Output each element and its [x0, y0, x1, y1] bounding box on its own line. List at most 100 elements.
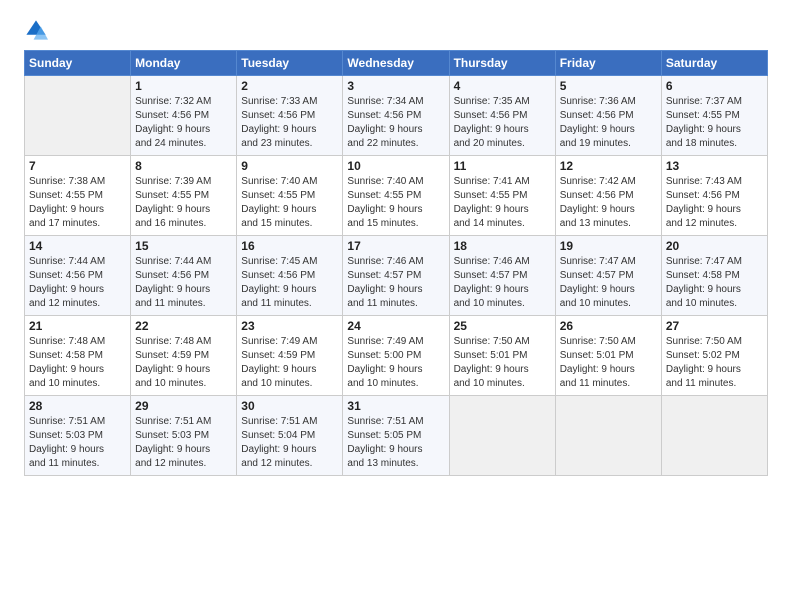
day-number: 14 — [29, 239, 126, 253]
weekday-header: Thursday — [449, 51, 555, 76]
calendar-cell: 27 Sunrise: 7:50 AM Sunset: 5:02 PM Dayli… — [661, 316, 767, 396]
day-info: Sunrise: 7:51 AM Sunset: 5:03 PM Dayligh… — [135, 415, 232, 471]
day-info: Sunrise: 7:33 AM Sunset: 4:56 PM Dayligh… — [241, 95, 338, 151]
day-info: Sunrise: 7:50 AM Sunset: 5:01 PM Dayligh… — [560, 335, 657, 391]
calendar-cell: 5 Sunrise: 7:36 AM Sunset: 4:56 PM Daylig… — [555, 76, 661, 156]
weekday-header: Wednesday — [343, 51, 449, 76]
day-info: Sunrise: 7:41 AM Sunset: 4:55 PM Dayligh… — [454, 175, 551, 231]
day-info: Sunrise: 7:37 AM Sunset: 4:55 PM Dayligh… — [666, 95, 763, 151]
calendar-cell: 28Sunrise: 7:51 AM Sunset: 5:03 PM Dayli… — [25, 396, 131, 476]
week-row: 21Sunrise: 7:48 AM Sunset: 4:58 PM Dayli… — [25, 316, 768, 396]
calendar-cell: 22 Sunrise: 7:48 AM Sunset: 4:59 PM Dayli… — [131, 316, 237, 396]
calendar-cell: 31 Sunrise: 7:51 AM Sunset: 5:05 PM Dayli… — [343, 396, 449, 476]
calendar-cell: 24 Sunrise: 7:49 AM Sunset: 5:00 PM Dayli… — [343, 316, 449, 396]
calendar-cell: 9Sunrise: 7:40 AM Sunset: 4:55 PM Daylig… — [237, 156, 343, 236]
day-info: Sunrise: 7:39 AM Sunset: 4:55 PM Dayligh… — [135, 175, 232, 231]
calendar-cell — [25, 76, 131, 156]
calendar-cell: 26 Sunrise: 7:50 AM Sunset: 5:01 PM Dayli… — [555, 316, 661, 396]
calendar-cell: 30 Sunrise: 7:51 AM Sunset: 5:04 PM Dayli… — [237, 396, 343, 476]
week-row: 14 Sunrise: 7:44 AM Sunset: 4:56 PM Dayli… — [25, 236, 768, 316]
day-number: 23 — [241, 319, 338, 333]
day-info: Sunrise: 7:51 AM Sunset: 5:04 PM Dayligh… — [241, 415, 338, 471]
calendar-cell: 23 Sunrise: 7:49 AM Sunset: 4:59 PM Dayli… — [237, 316, 343, 396]
day-number: 4 — [454, 79, 551, 93]
day-number: 11 — [454, 159, 551, 173]
calendar-cell: 11 Sunrise: 7:41 AM Sunset: 4:55 PM Dayli… — [449, 156, 555, 236]
day-info: Sunrise: 7:49 AM Sunset: 5:00 PM Dayligh… — [347, 335, 444, 391]
day-number: 6 — [666, 79, 763, 93]
weekday-header: Friday — [555, 51, 661, 76]
calendar-cell — [555, 396, 661, 476]
calendar-cell: 10 Sunrise: 7:40 AM Sunset: 4:55 PM Dayli… — [343, 156, 449, 236]
day-info: Sunrise: 7:44 AM Sunset: 4:56 PM Dayligh… — [135, 255, 232, 311]
day-number: 27 — [666, 319, 763, 333]
calendar-cell: 8 Sunrise: 7:39 AM Sunset: 4:55 PM Daylig… — [131, 156, 237, 236]
weekday-header: Sunday — [25, 51, 131, 76]
day-number: 8 — [135, 159, 232, 173]
day-number: 19 — [560, 239, 657, 253]
day-number: 22 — [135, 319, 232, 333]
calendar-cell: 14Sunrise: 7:44 AM Sunset: 4:56 PM Dayli… — [25, 236, 131, 316]
weekday-header: Tuesday — [237, 51, 343, 76]
day-info: Sunrise: 7:47 AM Sunset: 4:58 PM Dayligh… — [666, 255, 763, 311]
calendar-cell: 12 Sunrise: 7:42 AM Sunset: 4:56 PM Dayli… — [555, 156, 661, 236]
day-number: 24 — [347, 319, 444, 333]
day-number: 21 — [29, 319, 126, 333]
day-number: 7 — [29, 159, 126, 173]
day-info: Sunrise: 7:49 AM Sunset: 4:59 PM Dayligh… — [241, 335, 338, 391]
day-number: 10 — [347, 159, 444, 173]
calendar-cell: 4 Sunrise: 7:35 AM Sunset: 4:56 PM Daylig… — [449, 76, 555, 156]
day-number: 16 — [241, 239, 338, 253]
calendar: SundayMondayTuesdayWednesdayThursdayFrid… — [24, 50, 768, 476]
calendar-cell: 2 Sunrise: 7:33 AM Sunset: 4:56 PM Daylig… — [237, 76, 343, 156]
day-number: 5 — [560, 79, 657, 93]
day-info: Sunrise: 7:46 AM Sunset: 4:57 PM Dayligh… — [347, 255, 444, 311]
week-row: 28 Sunrise: 7:51 AM Sunset: 5:03 PM Dayli… — [25, 396, 768, 476]
day-number: 31 — [347, 399, 444, 413]
day-number: 12 — [560, 159, 657, 173]
day-info: Sunrise: 7:32 AM Sunset: 4:56 PM Dayligh… — [135, 95, 232, 151]
day-info: Sunrise: 7:40 AM Sunset: 4:55 PM Dayligh… — [347, 175, 444, 231]
day-info: Sunrise: 7:35 AM Sunset: 4:56 PM Dayligh… — [454, 95, 551, 151]
day-number: 30 — [241, 399, 338, 413]
day-info: Sunrise: 7:46 AM Sunset: 4:57 PM Dayligh… — [454, 255, 551, 311]
day-number: 20 — [666, 239, 763, 253]
day-info: Sunrise: 7:38 AM Sunset: 4:55 PM Dayligh… — [29, 175, 126, 231]
calendar-cell: 21Sunrise: 7:48 AM Sunset: 4:58 PM Dayli… — [25, 316, 131, 396]
weekday-header: Monday — [131, 51, 237, 76]
day-info: Sunrise: 7:43 AM Sunset: 4:56 PM Dayligh… — [666, 175, 763, 231]
day-info: Sunrise: 7:45 AM Sunset: 4:56 PM Dayligh… — [241, 255, 338, 311]
calendar-cell: 7 Sunrise: 7:38 AM Sunset: 4:55 PM Daylig… — [25, 156, 131, 236]
header — [24, 18, 768, 42]
page: SundayMondayTuesdayWednesdayThursdayFrid… — [0, 0, 792, 612]
calendar-cell: 17 Sunrise: 7:46 AM Sunset: 4:57 PM Dayli… — [343, 236, 449, 316]
day-info: Sunrise: 7:42 AM Sunset: 4:56 PM Dayligh… — [560, 175, 657, 231]
logo — [24, 18, 52, 42]
day-number: 25 — [454, 319, 551, 333]
calendar-cell: 29 Sunrise: 7:51 AM Sunset: 5:03 PM Dayli… — [131, 396, 237, 476]
calendar-cell: 20 Sunrise: 7:47 AM Sunset: 4:58 PM Dayli… — [661, 236, 767, 316]
day-info: Sunrise: 7:50 AM Sunset: 5:02 PM Dayligh… — [666, 335, 763, 391]
day-number: 3 — [347, 79, 444, 93]
day-info: Sunrise: 7:51 AM Sunset: 5:05 PM Dayligh… — [347, 415, 444, 471]
day-info: Sunrise: 7:40 AM Sunset: 4:55 PM Dayligh… — [241, 175, 338, 231]
day-number: 17 — [347, 239, 444, 253]
day-number: 29 — [135, 399, 232, 413]
day-info: Sunrise: 7:50 AM Sunset: 5:01 PM Dayligh… — [454, 335, 551, 391]
week-row: 1Sunrise: 7:32 AM Sunset: 4:56 PM Daylig… — [25, 76, 768, 156]
day-info: Sunrise: 7:47 AM Sunset: 4:57 PM Dayligh… — [560, 255, 657, 311]
day-number: 2 — [241, 79, 338, 93]
day-number: 18 — [454, 239, 551, 253]
calendar-cell: 16 Sunrise: 7:45 AM Sunset: 4:56 PM Dayli… — [237, 236, 343, 316]
calendar-cell: 6 Sunrise: 7:37 AM Sunset: 4:55 PM Daylig… — [661, 76, 767, 156]
day-number: 28 — [29, 399, 126, 413]
week-row: 7 Sunrise: 7:38 AM Sunset: 4:55 PM Daylig… — [25, 156, 768, 236]
day-info: Sunrise: 7:34 AM Sunset: 4:56 PM Dayligh… — [347, 95, 444, 151]
day-info: Sunrise: 7:48 AM Sunset: 4:59 PM Dayligh… — [135, 335, 232, 391]
day-number: 26 — [560, 319, 657, 333]
calendar-cell: 13 Sunrise: 7:43 AM Sunset: 4:56 PM Dayli… — [661, 156, 767, 236]
calendar-cell: 19 Sunrise: 7:47 AM Sunset: 4:57 PM Dayli… — [555, 236, 661, 316]
calendar-cell — [661, 396, 767, 476]
day-info: Sunrise: 7:36 AM Sunset: 4:56 PM Dayligh… — [560, 95, 657, 151]
day-number: 13 — [666, 159, 763, 173]
